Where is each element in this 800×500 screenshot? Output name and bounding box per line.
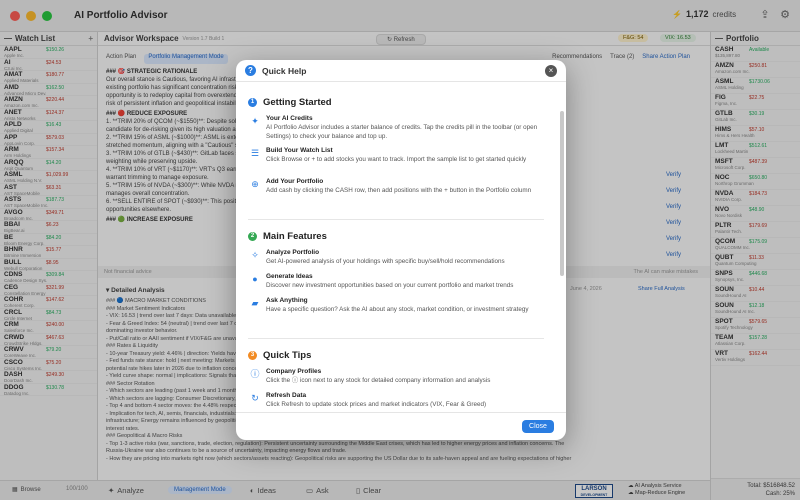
info-icon: ⓘ	[250, 369, 260, 379]
help-item-title: Your AI Credits	[266, 115, 313, 122]
section-quick-tips: 3 Quick Tips	[248, 350, 311, 361]
dialog-title: Quick Help	[262, 65, 307, 76]
dialog-header: ? Quick Help ×	[236, 60, 566, 82]
help-item-desc: Click Refresh to update stock prices and…	[266, 401, 487, 408]
help-item-desc: Click Browse or + to add stocks you want…	[266, 156, 527, 163]
help-icon: ?	[245, 65, 256, 76]
section-number: 1	[248, 98, 257, 107]
help-item-title: Ask Anything	[266, 297, 308, 304]
section-title: Quick Tips	[263, 350, 312, 361]
help-item-desc: Discover new investment opportunities ba…	[266, 282, 514, 289]
dialog-scrollbar[interactable]	[560, 111, 564, 276]
help-item-title: Analyze Portfolio	[266, 249, 320, 256]
close-icon[interactable]: ×	[545, 65, 557, 77]
section-title: Getting Started	[263, 97, 332, 108]
section-number: 3	[248, 351, 257, 360]
help-item-title: Refresh Data	[266, 392, 307, 399]
help-item-title: Add Your Portfolio	[266, 178, 324, 185]
list-icon: ☰	[250, 148, 260, 158]
help-item-title: Generate Ideas	[266, 273, 313, 280]
star-icon: ✦	[251, 116, 259, 126]
close-button[interactable]: Close	[522, 420, 554, 433]
refresh-icon: ↻	[251, 393, 259, 403]
section-getting-started: 1 Getting Started	[248, 97, 332, 108]
help-item-title: Company Profiles	[266, 368, 322, 375]
sparkle-icon: ✧	[251, 250, 259, 260]
help-item-desc: Click the ⓘ icon next to any stock for d…	[266, 377, 491, 384]
section-number: 2	[248, 232, 257, 241]
quick-help-dialog: ? Quick Help × 1 Getting Started ✦ Your …	[236, 60, 566, 440]
dialog-footer: Close	[236, 412, 566, 440]
plus-circle-icon: ⊕	[251, 179, 259, 189]
section-divider	[248, 219, 544, 220]
help-item-desc: Have a specific question? Ask the AI abo…	[266, 306, 529, 313]
help-item-title: Build Your Watch List	[266, 147, 333, 154]
chat-icon: ▰	[251, 298, 259, 308]
section-title: Main Features	[263, 231, 327, 242]
lightbulb-icon: ●	[252, 274, 258, 284]
help-item-desc: Add cash by clicking the CASH row, then …	[266, 187, 532, 194]
dialog-body[interactable]: 1 Getting Started ✦ Your AI Credits AI P…	[236, 83, 566, 412]
section-main-features: 2 Main Features	[248, 231, 327, 242]
help-item-desc: AI Portfolio Advisor includes a starter …	[266, 124, 538, 140]
section-divider	[248, 338, 544, 339]
help-item-desc: Get AI-powered analysis of your holdings…	[266, 258, 505, 265]
